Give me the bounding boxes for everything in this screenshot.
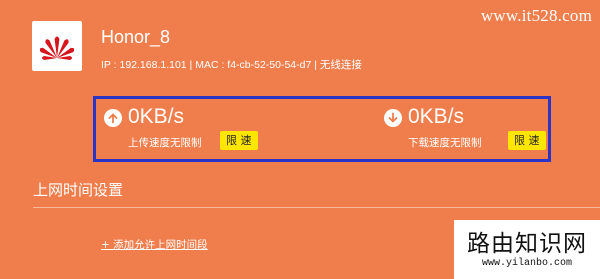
- add-schedule-link[interactable]: + 添加允许上网时间段: [101, 237, 208, 252]
- upload-speed-label: 上传速度无限制: [128, 137, 202, 149]
- huawei-logo-icon: [40, 36, 74, 60]
- arrow-down-icon: [384, 109, 402, 127]
- device-info: IP : 192.168.1.101 | MAC : f4-cb-52-50-5…: [101, 59, 362, 71]
- download-speed-value: 0KB/s: [408, 105, 465, 128]
- download-limit-button[interactable]: 限 速: [508, 131, 546, 150]
- speed-panel: 0KB/s 上传速度无限制 限 速 0KB/s 下载速度无限制 限 速: [93, 96, 551, 162]
- device-name: Honor_8: [101, 27, 171, 47]
- upload-limit-button[interactable]: 限 速: [220, 131, 258, 150]
- device-logo: [32, 21, 82, 71]
- brand-url: www.yilanbo.com: [481, 258, 572, 269]
- upload-speed-value: 0KB/s: [128, 105, 185, 128]
- brand-title: 路由知识网: [467, 231, 587, 257]
- arrow-up-icon: [104, 109, 122, 127]
- brand-watermark: 路由知识网 www.yilanbo.com: [454, 220, 600, 279]
- section-divider: [33, 207, 600, 208]
- schedule-section-title: 上网时间设置: [33, 181, 124, 199]
- download-speed-label: 下载速度无限制: [408, 137, 482, 149]
- site-watermark: www.it528.com: [480, 6, 592, 25]
